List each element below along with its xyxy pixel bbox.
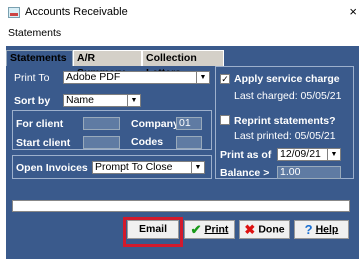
close-button[interactable]: ×: [349, 4, 357, 19]
done-button[interactable]: ✖ Done: [239, 220, 290, 239]
question-icon: ?: [304, 222, 313, 237]
chevron-down-icon[interactable]: ▼: [191, 162, 204, 173]
checkmark-icon: ✔: [190, 222, 202, 237]
open-invoices-select[interactable]: Prompt To Close ▼: [92, 161, 205, 174]
statements-panel: Print To Adobe PDF ▼ Sort by Name ▼ For …: [8, 66, 354, 226]
reprint-checkbox[interactable]: [220, 115, 230, 125]
print-to-value: Adobe PDF: [66, 71, 121, 83]
x-icon: ✖: [244, 222, 256, 237]
codes-label: Codes: [131, 136, 164, 148]
print-to-label: Print To: [14, 72, 50, 84]
sort-by-label: Sort by: [14, 95, 51, 107]
menu-bar: Statements: [0, 25, 359, 41]
window-title: Accounts Receivable: [25, 6, 128, 18]
codes-input[interactable]: [176, 136, 202, 149]
help-label: Help: [315, 223, 339, 236]
chevron-down-icon[interactable]: ▼: [196, 72, 209, 83]
open-invoices-value: Prompt To Close: [95, 161, 173, 173]
print-to-select[interactable]: Adobe PDF ▼: [63, 71, 210, 84]
start-client-input[interactable]: [83, 136, 120, 149]
balance-input[interactable]: 1.00: [277, 166, 341, 179]
print-button[interactable]: ✔ Print: [184, 220, 235, 239]
company-input[interactable]: 01: [176, 117, 202, 130]
print-as-of-select[interactable]: 12/09/21 ▼: [277, 148, 341, 161]
for-client-label: For client: [16, 118, 64, 130]
last-charged-text: Last charged: 05/05/21: [234, 90, 342, 102]
statements-dialog: Statements A/R Summary Collection Letter…: [6, 46, 359, 259]
reprint-label[interactable]: Reprint statements?: [234, 115, 336, 127]
title-bar: Accounts Receivable ×: [0, 0, 359, 24]
sort-by-value: Name: [66, 94, 95, 106]
print-as-of-label: Print as of: [220, 149, 272, 161]
done-label: Done: [258, 223, 285, 236]
for-client-input[interactable]: [83, 117, 120, 130]
help-button[interactable]: ? Help: [294, 220, 349, 239]
chevron-down-icon[interactable]: ▼: [127, 95, 140, 106]
tab-ar-summary[interactable]: A/R Summary: [73, 50, 142, 79]
tab-collection-letters[interactable]: Collection Letters: [142, 50, 224, 79]
balance-label: Balance >: [220, 167, 270, 179]
app-icon: [8, 7, 20, 18]
sort-by-select[interactable]: Name ▼: [63, 94, 141, 107]
tab-statements[interactable]: Statements: [6, 50, 73, 66]
last-printed-text: Last printed: 05/05/21: [234, 130, 336, 142]
email-button[interactable]: Email: [127, 220, 179, 239]
apply-service-checkbox[interactable]: ✓: [220, 74, 230, 84]
print-label: Print: [204, 223, 229, 236]
status-strip: [12, 200, 350, 212]
open-invoices-label: Open Invoices: [16, 162, 88, 174]
print-as-of-value: 12/09/21: [280, 148, 321, 160]
menu-statements[interactable]: Statements: [8, 27, 61, 39]
start-client-label: Start client: [16, 137, 71, 149]
chevron-down-icon[interactable]: ▼: [327, 149, 340, 160]
company-label: Company: [131, 118, 179, 130]
apply-service-label[interactable]: Apply service charge: [234, 73, 340, 85]
